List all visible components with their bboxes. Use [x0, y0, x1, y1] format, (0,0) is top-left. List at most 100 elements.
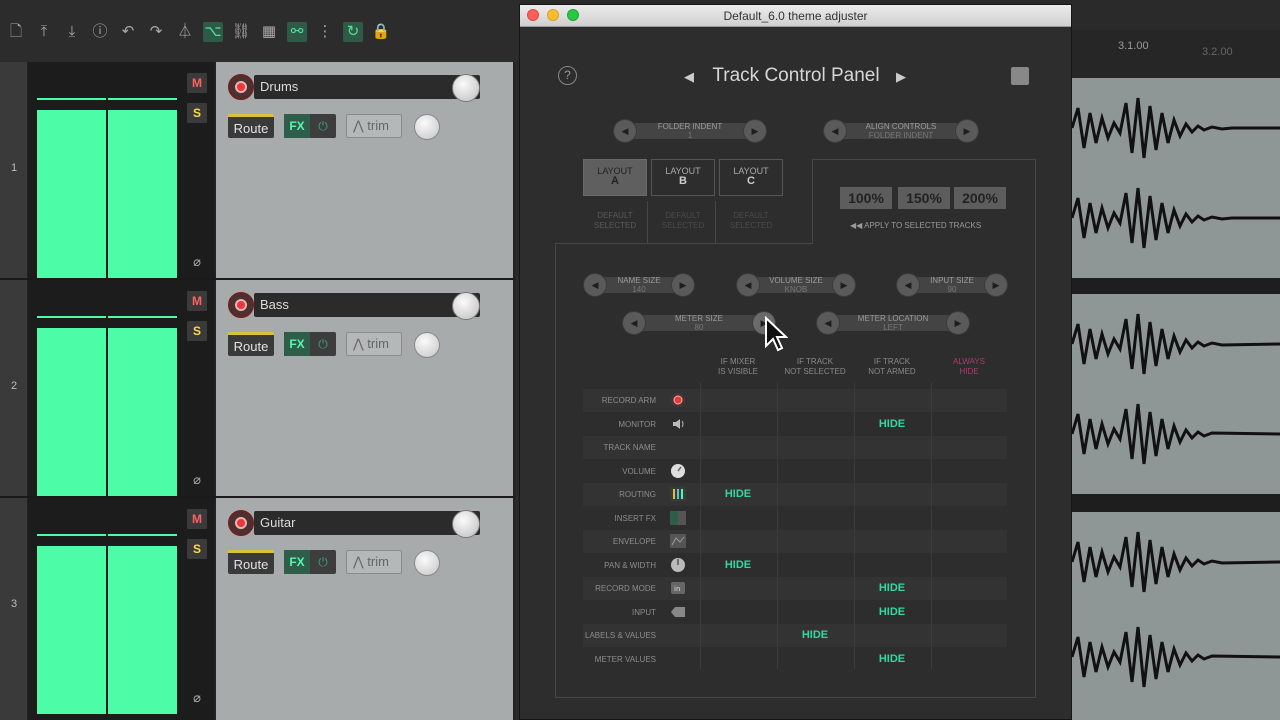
matrix-cell[interactable]: HIDE [854, 606, 930, 618]
meter-peak-right [108, 316, 177, 318]
track-name[interactable]: Guitar [254, 511, 480, 535]
matrix-row-label: MONITOR [618, 419, 656, 429]
volume-knob[interactable] [452, 510, 480, 538]
new-project-icon[interactable]: 🗋 [6, 22, 26, 42]
media-item-bass[interactable] [1072, 294, 1280, 494]
layout-a-tab[interactable]: LAYOUT A [583, 159, 647, 196]
record-arm-button[interactable] [228, 292, 254, 318]
save-theme-icon[interactable] [1011, 67, 1029, 85]
route-button[interactable]: Route [228, 332, 274, 356]
track-name[interactable]: Drums [254, 75, 480, 99]
matrix-row: PAN & WIDTH HIDE [583, 554, 1007, 577]
track-1[interactable]: 1 M S ⌀ Drums Route FX ⏻ ⋀ trim [0, 62, 515, 278]
save-icon[interactable]: ⤒ [34, 22, 54, 42]
solo-button[interactable]: S [186, 320, 208, 342]
redo-icon[interactable]: ↷ [146, 22, 166, 42]
track-number-strip[interactable]: 1 [0, 62, 28, 278]
link-icon[interactable]: ⛓ [231, 22, 251, 42]
mute-button[interactable]: M [186, 72, 208, 94]
volume-knob[interactable] [452, 74, 480, 102]
metronome-icon[interactable]: ⏃ [175, 22, 195, 42]
track-name[interactable]: Bass [254, 293, 480, 317]
lock-icon[interactable]: 🔒 [371, 22, 391, 42]
meter-location-next[interactable]: ▶ [946, 311, 970, 335]
fx-button[interactable]: FX ⏻ [284, 550, 336, 574]
trim-button[interactable]: ⋀ trim [346, 550, 402, 574]
trim-button[interactable]: ⋀ trim [346, 332, 402, 356]
scale-150-button[interactable]: 150% [898, 187, 950, 209]
undo-icon[interactable]: ↶ [118, 22, 138, 42]
meter-peak-left [37, 534, 106, 536]
dotted-grid-icon[interactable]: ⋮ [315, 22, 335, 42]
layout-c-tab[interactable]: LAYOUT C [719, 159, 783, 196]
align-controls-next[interactable]: ▶ [955, 119, 979, 143]
apply-to-selected-tracks-button[interactable]: ◀◀ APPLY TO SELECTED TRACKS [850, 221, 1000, 230]
window-titlebar[interactable]: Default_6.0 theme adjuster [520, 5, 1071, 27]
matrix-cell[interactable]: HIDE [777, 629, 853, 641]
volume-knob[interactable] [452, 292, 480, 320]
name-size-next[interactable]: ▶ [671, 273, 695, 297]
record-arm-button[interactable] [228, 74, 254, 100]
matrix-cell[interactable]: HIDE [700, 559, 776, 571]
track-panel: Guitar Route FX ⏻ ⋀ trim [216, 498, 513, 720]
mute-button[interactable]: M [186, 290, 208, 312]
matrix-cell[interactable]: HIDE [700, 488, 776, 500]
snap-icon[interactable]: ⚯ [287, 22, 307, 42]
knob-icon [670, 463, 686, 479]
media-item-guitar[interactable] [1072, 512, 1280, 720]
fx-button[interactable]: FX ⏻ [284, 114, 336, 138]
grid-icon[interactable]: ▦ [259, 22, 279, 42]
default-selected-c[interactable]: DEFAULT SELECTED [719, 211, 783, 231]
next-panel-arrow[interactable]: ▶ [896, 69, 906, 85]
track-2[interactable]: 2 M S ⌀ Bass Route FX ⏻ ⋀ trim [0, 280, 515, 496]
route-button[interactable]: Route [228, 114, 274, 138]
matrix-cell[interactable]: HIDE [854, 582, 930, 594]
arrange-view[interactable]: 3.1.00 3.2.00 [1072, 30, 1280, 720]
tab-separator [715, 201, 716, 243]
fx-label: FX [284, 114, 310, 138]
mute-button[interactable]: M [186, 508, 208, 530]
pan-knob[interactable] [414, 550, 440, 576]
track-number-strip[interactable]: 3 [0, 498, 28, 720]
trim-button[interactable]: ⋀ trim [346, 114, 402, 138]
matrix-row: ENVELOPE [583, 530, 1007, 553]
ripple-icon[interactable]: ⌥ [203, 22, 223, 42]
default-selected-b[interactable]: DEFAULT SELECTED [651, 211, 715, 231]
matrix-cell[interactable]: HIDE [854, 653, 930, 665]
help-icon[interactable]: ? [558, 66, 577, 85]
download-icon[interactable]: ⤓ [62, 22, 82, 42]
waveform [1072, 313, 1280, 465]
solo-button[interactable]: S [186, 538, 208, 560]
meter-level-left [37, 546, 106, 714]
record-arm-button[interactable] [228, 510, 254, 536]
track-number-strip[interactable]: 2 [0, 280, 28, 496]
info-icon[interactable]: ⓘ [90, 22, 110, 42]
matrix-cell[interactable]: HIDE [854, 418, 930, 430]
fx-bypass-icon[interactable]: ⏻ [312, 114, 334, 138]
phase-invert-icon[interactable]: ⌀ [189, 690, 205, 706]
scale-200-button[interactable]: 200% [954, 187, 1006, 209]
loop-icon[interactable]: ↻ [343, 22, 363, 42]
pan-knob[interactable] [414, 332, 440, 358]
meter-location-value: LEFT [883, 323, 903, 332]
pan-knob[interactable] [414, 114, 440, 140]
track-3[interactable]: 3 M S ⌀ Guitar Route FX ⏻ ⋀ trim [0, 498, 515, 720]
solo-button[interactable]: S [186, 102, 208, 124]
scale-100-button[interactable]: 100% [840, 187, 892, 209]
prev-panel-arrow[interactable]: ◀ [684, 69, 694, 85]
phase-invert-icon[interactable]: ⌀ [189, 472, 205, 488]
route-button[interactable]: Route [228, 550, 274, 574]
pan-knob-icon [670, 557, 686, 573]
fx-bypass-icon[interactable]: ⏻ [312, 332, 334, 356]
timeline-ruler[interactable]: 3.1.00 3.2.00 [1072, 30, 1280, 78]
media-item-drums[interactable] [1072, 78, 1280, 278]
default-selected-a[interactable]: DEFAULT SELECTED [583, 211, 647, 231]
volume-size-next[interactable]: ▶ [832, 273, 856, 297]
fx-button[interactable]: FX ⏻ [284, 332, 336, 356]
name-size-selector: ◀ NAME SIZE 140 ▶ [583, 273, 695, 297]
input-size-next[interactable]: ▶ [984, 273, 1008, 297]
layout-b-tab[interactable]: LAYOUT B [651, 159, 715, 196]
folder-indent-next[interactable]: ▶ [743, 119, 767, 143]
fx-bypass-icon[interactable]: ⏻ [312, 550, 334, 574]
phase-invert-icon[interactable]: ⌀ [189, 254, 205, 270]
